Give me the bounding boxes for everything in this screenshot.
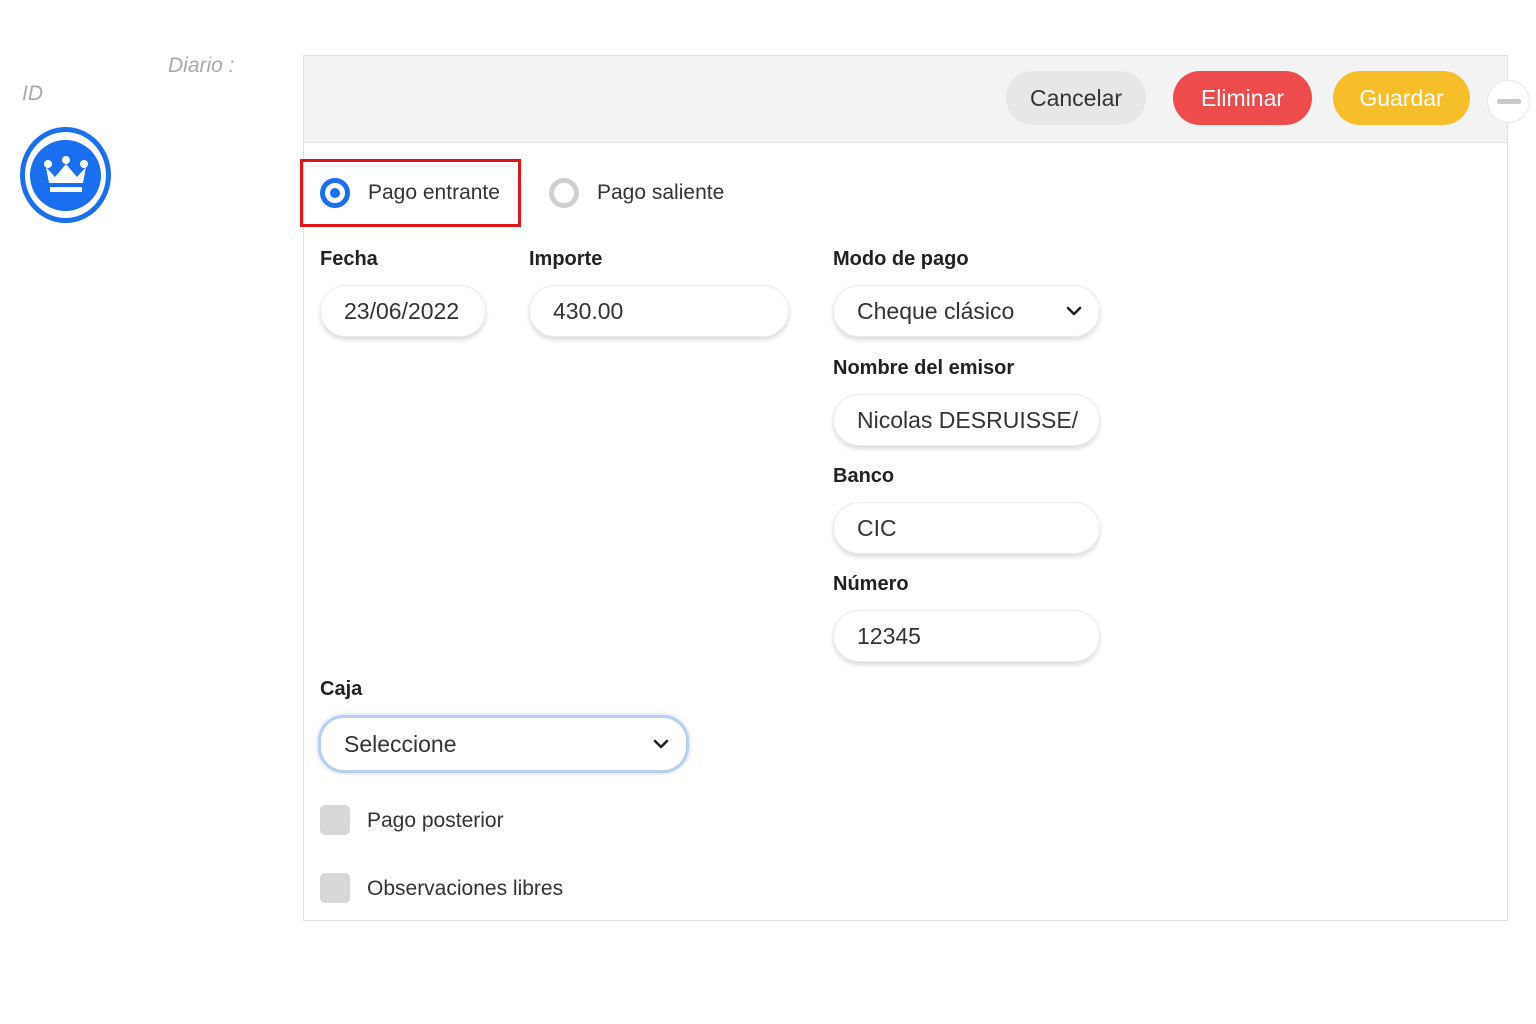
- radio-outgoing-label[interactable]: Pago saliente: [597, 181, 724, 205]
- amount-label: Importe: [529, 248, 603, 270]
- collapse-button[interactable]: [1487, 80, 1530, 123]
- payment-method-value: Cheque clásico: [857, 297, 1015, 324]
- number-field[interactable]: 12345: [833, 610, 1100, 662]
- amount-field[interactable]: 430.00: [529, 285, 789, 337]
- crown-icon: [43, 156, 88, 192]
- crown-badge: [20, 127, 111, 223]
- free-notes-label[interactable]: Observaciones libres: [367, 877, 563, 901]
- deferred-payment-label[interactable]: Pago posterior: [367, 809, 504, 833]
- date-field[interactable]: 23/06/2022: [320, 285, 486, 337]
- bank-field[interactable]: CIC: [833, 502, 1100, 554]
- journal-label: Diario :: [168, 54, 235, 77]
- radio-incoming-payment[interactable]: [320, 178, 350, 208]
- payment-method-select[interactable]: Cheque clásico: [833, 285, 1100, 337]
- payment-method-label: Modo de pago: [833, 248, 969, 270]
- issuer-name-field[interactable]: Nicolas DESRUISSE/: [833, 394, 1100, 446]
- id-label: ID: [22, 82, 43, 105]
- panel-toolbar: [304, 56, 1507, 143]
- issuer-name-label: Nombre del emisor: [833, 357, 1015, 379]
- date-label: Fecha: [320, 248, 378, 270]
- delete-button[interactable]: Eliminar: [1173, 71, 1312, 125]
- deferred-payment-checkbox[interactable]: [320, 805, 350, 835]
- free-notes-checkbox[interactable]: [320, 873, 350, 903]
- cash-register-label: Caja: [320, 678, 363, 700]
- save-button[interactable]: Guardar: [1333, 71, 1470, 125]
- chevron-down-icon: [1063, 300, 1085, 322]
- cash-register-select[interactable]: Seleccione: [318, 715, 689, 773]
- chevron-down-icon: [650, 733, 672, 755]
- radio-outgoing-payment[interactable]: [549, 178, 579, 208]
- number-label: Número: [833, 573, 909, 595]
- cancel-button[interactable]: Cancelar: [1006, 71, 1146, 125]
- cash-register-value: Seleccione: [344, 730, 457, 757]
- bank-label: Banco: [833, 465, 895, 487]
- radio-incoming-label[interactable]: Pago entrante: [368, 181, 500, 205]
- minus-icon: [1496, 99, 1521, 104]
